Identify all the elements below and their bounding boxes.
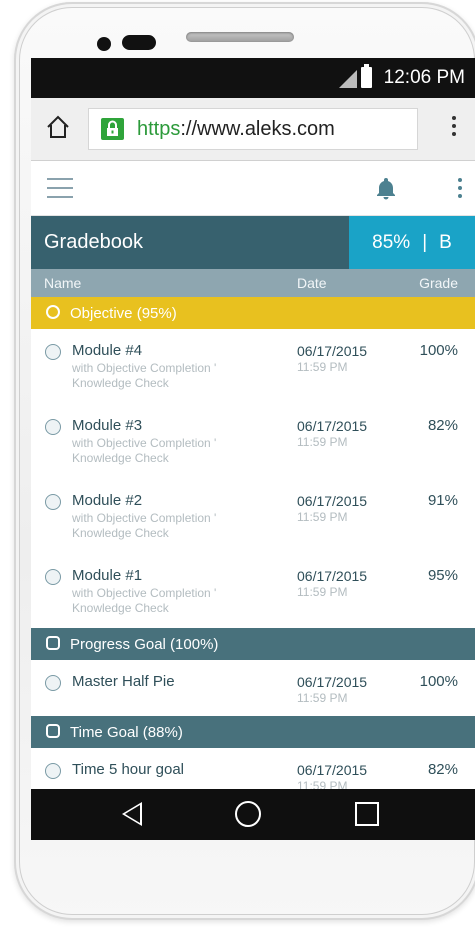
overflow-menu-icon[interactable]	[458, 178, 462, 202]
home-circle-icon[interactable]	[235, 801, 261, 827]
score-separator: |	[422, 232, 428, 253]
item-name: Master Half Pie	[72, 673, 175, 690]
url-field[interactable]: https://www.aleks.com	[88, 108, 418, 150]
overall-score-badge[interactable]: 85% | B	[349, 216, 475, 269]
clock-icon	[46, 305, 60, 319]
list-item[interactable]: Module #2 with Objective Completion ' Kno…	[31, 479, 475, 555]
item-date: 06/17/2015	[297, 568, 368, 584]
sensor-slot	[122, 35, 156, 50]
column-headers: Name Date Grade	[31, 269, 475, 297]
score-letter: B	[439, 232, 452, 253]
item-time: 11:59 PM	[297, 691, 348, 705]
item-time: 11:59 PM	[297, 435, 348, 449]
item-time: 11:59 PM	[297, 360, 348, 374]
item-grade: 91%	[427, 492, 458, 509]
item-date: 06/17/2015	[297, 493, 368, 509]
list-item[interactable]: Module #1 with Objective Completion ' Kno…	[31, 554, 475, 629]
battery-icon	[361, 64, 372, 88]
item-date: 06/17/2015	[297, 762, 368, 778]
item-date: 06/17/2015	[297, 343, 368, 359]
item-name: Module #4	[72, 342, 143, 359]
score-percent: 85%	[372, 232, 411, 253]
item-subtitle: with Objective Completion ' Knowledge Che…	[72, 361, 217, 390]
column-date: Date	[297, 275, 327, 291]
item-time: 11:59 PM	[297, 585, 348, 599]
item-name: Module #3	[72, 417, 143, 434]
section-label: Objective (95%)	[70, 305, 177, 322]
item-name: Module #1	[72, 567, 143, 584]
item-grade: 95%	[427, 567, 458, 584]
item-date: 06/17/2015	[297, 674, 368, 690]
home-icon[interactable]	[45, 114, 71, 140]
clock-icon	[45, 344, 61, 360]
hamburger-menu-icon[interactable]	[47, 178, 73, 205]
section-time-goal[interactable]: Time Goal (88%)	[31, 716, 475, 748]
back-icon[interactable]	[122, 802, 142, 826]
list-item[interactable]: Master Half Pie 06/17/2015 11:59 PM 100%	[31, 660, 475, 717]
item-subtitle: with Objective Completion ' Knowledge Che…	[72, 586, 217, 615]
item-name: Time 5 hour goal	[72, 761, 185, 778]
progress-icon	[46, 636, 60, 650]
item-grade: 100%	[419, 673, 458, 690]
item-name: Module #2	[72, 492, 143, 509]
earpiece-speaker	[186, 32, 294, 42]
item-grade: 82%	[427, 761, 458, 778]
item-grade: 82%	[427, 417, 458, 434]
app-toolbar	[31, 161, 475, 216]
item-time: 11:59 PM	[297, 510, 348, 524]
clock-icon	[45, 763, 61, 779]
column-grade: Grade	[419, 275, 458, 291]
list-item[interactable]: Module #4 with Objective Completion ' Kno…	[31, 329, 475, 405]
clock-icon	[45, 494, 61, 510]
item-date: 06/17/2015	[297, 418, 368, 434]
clock-icon	[45, 569, 61, 585]
section-label: Time Goal (88%)	[70, 724, 183, 741]
android-nav-bar	[31, 789, 475, 840]
list-item[interactable]: Module #3 with Objective Completion ' Kno…	[31, 404, 475, 480]
section-progress-goal[interactable]: Progress Goal (100%)	[31, 628, 475, 660]
timer-icon	[46, 724, 60, 738]
item-subtitle: with Objective Completion ' Knowledge Che…	[72, 511, 217, 540]
lock-icon	[101, 118, 124, 140]
url-host: ://www.aleks.com	[180, 118, 335, 140]
status-bar: 12:06 PM	[31, 58, 475, 98]
clock-icon	[45, 419, 61, 435]
column-name: Name	[44, 275, 82, 291]
recent-apps-icon[interactable]	[355, 802, 379, 826]
clock-icon	[45, 675, 61, 691]
browser-address-bar: https://www.aleks.com	[31, 98, 475, 161]
item-subtitle: with Objective Completion ' Knowledge Che…	[72, 436, 217, 465]
page-title: Gradebook	[44, 231, 143, 253]
section-label: Progress Goal (100%)	[70, 636, 219, 653]
item-grade: 100%	[419, 342, 458, 359]
bell-icon[interactable]	[375, 176, 397, 200]
phone-screen: 12:06 PM https://www.aleks.com Gradebook…	[31, 58, 475, 840]
front-camera	[97, 37, 111, 51]
browser-menu-icon[interactable]	[452, 116, 457, 140]
url-scheme: https	[137, 118, 181, 140]
signal-icon	[339, 70, 357, 88]
url-text: https://www.aleks.com	[137, 118, 335, 141]
gradebook-header: Gradebook 85% | B	[31, 216, 475, 269]
status-time: 12:06 PM	[383, 67, 465, 88]
section-objective[interactable]: Objective (95%)	[31, 297, 475, 329]
